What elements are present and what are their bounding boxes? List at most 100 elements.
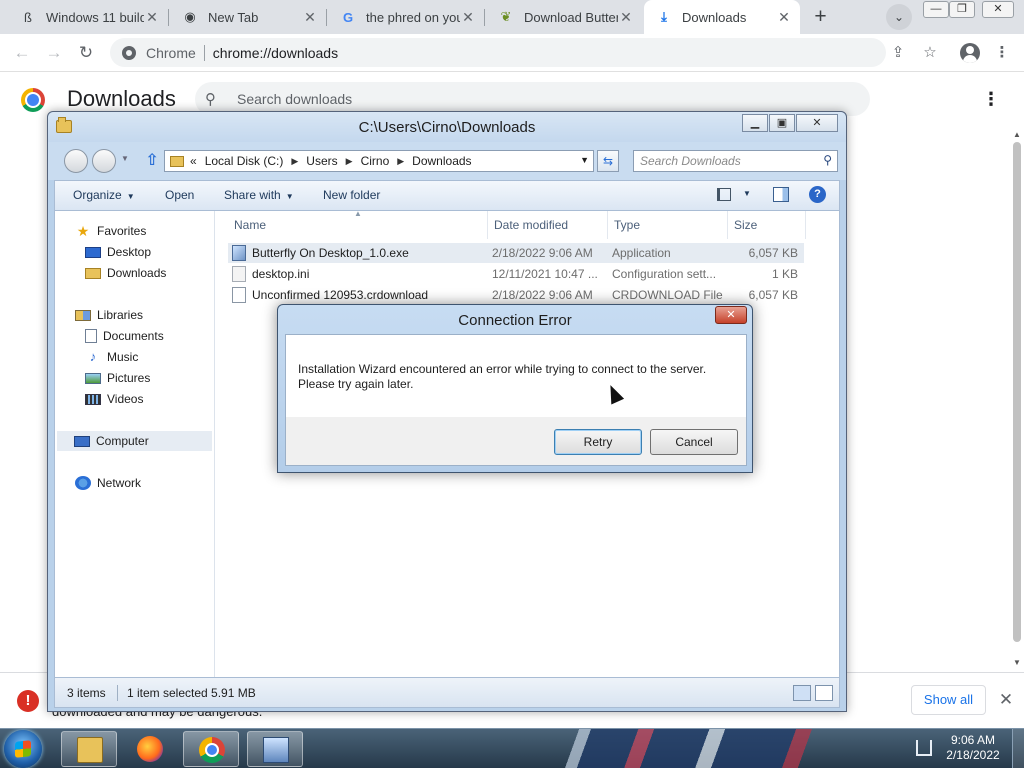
cancel-button[interactable]: Cancel <box>650 429 738 455</box>
help-icon[interactable]: ? <box>809 186 826 203</box>
tab-close-icon[interactable]: ✕ <box>776 9 792 26</box>
breadcrumb-overflow[interactable]: « <box>190 154 197 168</box>
nav-pictures[interactable]: Pictures <box>85 368 150 388</box>
new-folder-button[interactable]: New folder <box>323 188 380 202</box>
bookmark-star-icon[interactable]: ☆ <box>919 42 941 64</box>
tab-close-icon[interactable]: ✕ <box>618 9 634 26</box>
file-size: 6,057 KB <box>748 246 798 260</box>
tab-close-icon[interactable]: ✕ <box>302 9 318 26</box>
back-arrow-icon[interactable] <box>64 149 88 173</box>
scroll-up-icon[interactable]: ▲ <box>1013 130 1021 139</box>
chevron-down-icon[interactable]: ▼ <box>580 155 589 165</box>
network-tray-icon[interactable] <box>916 740 932 756</box>
search-icon[interactable]: ⚲ <box>823 153 832 167</box>
share-icon[interactable]: ⇪ <box>887 42 909 64</box>
explorer-command-bar: Organize ▼ Open Share with ▼ New folder ▼ … <box>54 180 840 210</box>
file-row[interactable]: Unconfirmed 120953.crdownload 2/18/2022 … <box>228 285 804 305</box>
organize-menu[interactable]: Organize ▼ <box>73 188 135 202</box>
nav-favorites[interactable]: ★ Favorites <box>75 221 147 241</box>
minimize-button[interactable]: ▁ <box>742 114 768 132</box>
chevron-right-icon[interactable]: ▶ <box>346 156 353 167</box>
connection-error-dialog: Connection Error ✕ Installation Wizard e… <box>277 304 753 473</box>
recent-pages-caret-icon[interactable]: ▼ <box>121 154 129 163</box>
open-button[interactable]: Open <box>165 188 194 202</box>
tab-close-icon[interactable]: ✕ <box>144 9 160 26</box>
column-header-name[interactable]: Name <box>228 211 488 239</box>
page-scrollbar[interactable]: ▲ ▼ <box>1010 128 1024 672</box>
taskbar-chrome-button[interactable] <box>183 731 239 767</box>
share-with-menu[interactable]: Share with ▼ <box>224 188 294 202</box>
show-all-button[interactable]: Show all <box>911 685 986 715</box>
preview-pane-icon[interactable] <box>773 187 789 202</box>
breadcrumb-local-disk[interactable]: Local Disk (C:) <box>205 154 284 168</box>
nav-label: Downloads <box>107 266 167 280</box>
tab-separator <box>484 9 485 26</box>
tab-new-tab[interactable]: ◉ New Tab ✕ <box>170 0 326 34</box>
address-bar[interactable]: « Local Disk (C:) ▶ Users ▶ Cirno ▶ Down… <box>164 150 594 172</box>
nav-label: Desktop <box>107 245 152 259</box>
reload-icon[interactable]: ↻ <box>74 41 98 65</box>
close-window-button[interactable]: ✕ <box>796 114 838 132</box>
tab-google-search[interactable]: G the phred on you ✕ <box>328 0 484 34</box>
start-button[interactable] <box>4 730 42 768</box>
change-view-icon[interactable] <box>717 188 731 201</box>
more-actions-icon[interactable]: ⋮ <box>982 88 1000 110</box>
new-tab-button[interactable]: + <box>808 5 833 30</box>
column-header-date[interactable]: Date modified <box>488 211 608 239</box>
minimize-button[interactable]: — <box>923 1 949 18</box>
chrome-tab-strip: ß Windows 11 build ✕ ◉ New Tab ✕ G the p… <box>0 0 1024 34</box>
organize-label: Organize <box>73 188 122 202</box>
chevron-right-icon[interactable]: ▶ <box>291 156 298 167</box>
forward-arrow-icon[interactable] <box>92 149 116 173</box>
file-row[interactable]: desktop.ini 12/11/2021 10:47 ... Configu… <box>228 264 804 284</box>
chevron-down-icon[interactable]: ▼ <box>743 189 751 198</box>
close-icon[interactable]: ✕ <box>996 690 1016 710</box>
breadcrumb-cirno[interactable]: Cirno <box>361 154 390 168</box>
forward-arrow-icon[interactable]: → <box>42 41 66 65</box>
chrome-toolbar: ← → ↻ Chrome chrome://downloads ⇪ ☆ ⋮ <box>0 34 1024 72</box>
close-icon[interactable]: ✕ <box>715 306 747 324</box>
beta-icon: ß <box>24 9 32 25</box>
file-row[interactable]: Butterfly On Desktop_1.0.exe 2/18/2022 9… <box>228 243 804 263</box>
tab-download-butterfly[interactable]: ❦ Download Butterf ✕ <box>486 0 642 34</box>
restore-button[interactable]: ❐ <box>949 1 975 18</box>
chrome-menu-icon[interactable]: ⋮ <box>991 42 1013 64</box>
file-name: Unconfirmed 120953.crdownload <box>252 288 429 302</box>
tab-downloads[interactable]: ⤓ Downloads ✕ <box>644 0 800 34</box>
nav-libraries[interactable]: Libraries <box>75 305 143 325</box>
details-view-icon[interactable] <box>793 685 811 701</box>
column-header-type[interactable]: Type <box>608 211 728 239</box>
nav-music[interactable]: ♪ Music <box>85 347 139 367</box>
nav-computer[interactable]: Computer <box>57 431 212 451</box>
tab-windows-11-build[interactable]: ß Windows 11 build ✕ <box>8 0 168 34</box>
refresh-icon[interactable]: ⇆ <box>597 150 619 172</box>
show-desktop-button[interactable] <box>1012 729 1024 768</box>
taskbar-installer-button[interactable] <box>247 731 303 767</box>
breadcrumb-users[interactable]: Users <box>306 154 337 168</box>
breadcrumb-downloads[interactable]: Downloads <box>412 154 471 168</box>
scrollbar-thumb[interactable] <box>1013 142 1021 642</box>
explorer-titlebar[interactable]: C:\Users\Cirno\Downloads ▁ ▣ ✕ <box>48 112 846 142</box>
close-window-button[interactable]: ✕ <box>982 1 1014 18</box>
scroll-down-icon[interactable]: ▼ <box>1013 658 1021 667</box>
chevron-right-icon[interactable]: ▶ <box>397 156 404 167</box>
omnibox[interactable]: Chrome chrome://downloads <box>110 38 886 67</box>
column-header-size[interactable]: Size <box>728 211 806 239</box>
large-icons-view-icon[interactable] <box>815 685 833 701</box>
nav-desktop[interactable]: Desktop <box>85 242 151 262</box>
nav-documents[interactable]: Documents <box>85 326 164 346</box>
explorer-search-input[interactable]: Search Downloads ⚲ <box>633 150 838 172</box>
taskbar-firefox-button[interactable] <box>122 731 178 767</box>
retry-button[interactable]: Retry <box>554 429 642 455</box>
up-arrow-icon[interactable]: ⇧ <box>144 152 160 170</box>
nav-downloads[interactable]: Downloads <box>85 263 166 283</box>
taskbar-explorer-button[interactable] <box>61 731 117 767</box>
back-arrow-icon[interactable]: ← <box>10 41 34 65</box>
profile-avatar-icon[interactable] <box>960 43 980 63</box>
nav-videos[interactable]: Videos <box>85 389 143 409</box>
clock[interactable]: 9:06 AM 2/18/2022 <box>940 733 1006 763</box>
tab-close-icon[interactable]: ✕ <box>460 9 476 26</box>
nav-network[interactable]: Network <box>75 473 141 493</box>
tab-search-chevron-icon[interactable]: ⌄ <box>886 4 912 30</box>
maximize-button[interactable]: ▣ <box>769 114 795 132</box>
